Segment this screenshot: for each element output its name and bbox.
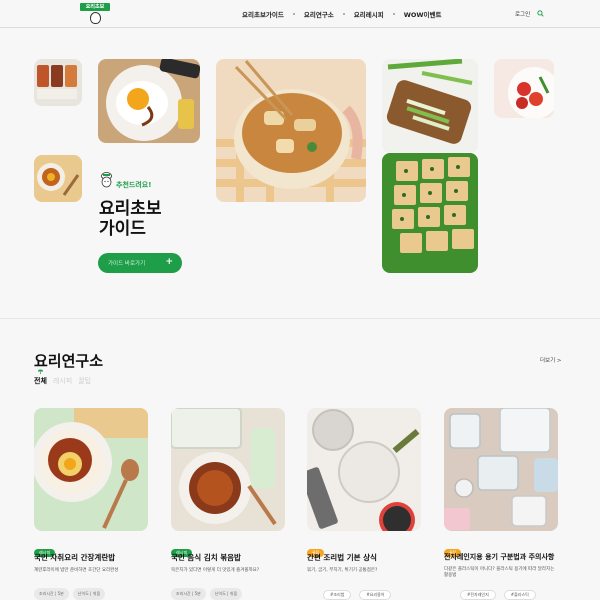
nav-separator xyxy=(292,13,295,15)
card-image xyxy=(307,408,421,531)
card-image xyxy=(34,408,148,531)
login-link[interactable]: 로그인 xyxy=(515,10,530,18)
research-tabs: 전체 레시피 꿀팁 xyxy=(34,369,91,386)
research-section-title: 요리연구소 xyxy=(34,352,104,370)
hero-image-spices xyxy=(34,59,82,106)
search-icon[interactable] xyxy=(537,10,544,17)
nav-separator xyxy=(342,13,345,15)
hero-image-tofu xyxy=(382,153,478,273)
hero-image-tomatoes xyxy=(494,59,554,118)
nav-item-guide[interactable]: 요리초보가이드 xyxy=(242,9,284,19)
card-title: 국민 음식 김치 볶음밥 xyxy=(171,553,241,562)
more-link[interactable]: 더보기 > xyxy=(540,356,562,364)
tab-all-label: 전체 xyxy=(34,377,47,385)
hero-title-line1: 요리초보 xyxy=(99,199,162,219)
tab-tips[interactable]: 꿀팁 xyxy=(78,376,91,386)
hero-tag: 추천드려요! xyxy=(116,181,152,189)
nav-item-event[interactable]: WOW이벤트 xyxy=(404,9,442,19)
card-hashtags: #전자레인지 #플라스틱 xyxy=(460,590,536,600)
hero-image-tteokbokki xyxy=(216,59,366,202)
card-image xyxy=(171,408,285,531)
tab-all[interactable]: 전체 xyxy=(34,369,47,386)
nav-separator xyxy=(392,13,395,15)
card-meta: 조리시간 | 5분 난이도 | 쉬움 xyxy=(34,588,106,600)
hero-image-noodle-bowl xyxy=(34,155,82,202)
guide-button[interactable]: 가이드 바로가기 + xyxy=(98,253,182,273)
difficulty: 난이도 | 쉬움 xyxy=(209,588,243,600)
logo-character-icon xyxy=(90,12,101,24)
plus-icon: + xyxy=(165,257,173,267)
section-divider xyxy=(0,318,600,319)
site-logo[interactable]: 요리초보 xyxy=(80,3,110,25)
chef-character-icon xyxy=(101,172,112,188)
hashtag[interactable]: #요리용어 xyxy=(359,590,392,600)
hero-title: 요리초보 가이드 xyxy=(99,199,199,239)
main-nav: 요리초보가이드 요리연구소 요리레시피 WOW이벤트 xyxy=(242,9,442,19)
nav-item-recipe[interactable]: 요리레시피 xyxy=(354,9,384,19)
hero-title-line2: 가이드 xyxy=(99,219,146,239)
page: 요리초보 요리초보가이드 요리연구소 요리레시피 WOW이벤트 로그인 추천드려… xyxy=(0,0,600,600)
site-header: 요리초보 요리초보가이드 요리연구소 요리레시피 WOW이벤트 로그인 xyxy=(0,0,600,28)
nav-item-research[interactable]: 요리연구소 xyxy=(304,9,334,19)
card-desc: 묵은지가 있다면 이렇게 더 맛있게 즐겨볼까요? xyxy=(171,568,260,573)
card-title: 전자레인지용 용기 구분법과 주의사항 xyxy=(444,553,555,561)
hashtag[interactable]: #전자레인지 xyxy=(460,590,496,600)
card-desc: 계란후라이에 밥만 준비하면 초간단 요리완성 xyxy=(34,568,119,573)
hashtag[interactable]: #플라스틱 xyxy=(503,590,536,600)
guide-button-label: 가이드 바로가기 xyxy=(108,261,146,267)
tab-recipe[interactable]: 레시피 xyxy=(53,376,72,386)
difficulty: 난이도 | 쉬움 xyxy=(72,588,106,600)
card-title: 간편 조리법 기본 상식 xyxy=(307,553,377,562)
card-desc: 볶기, 굽기, 부치기, 튀기기 공통점은? xyxy=(307,568,378,573)
hero-image-green-onion xyxy=(382,59,478,153)
logo-text: 요리초보 xyxy=(80,3,110,11)
card-title: 국민 자취요리 간장계란밥 xyxy=(34,553,116,562)
card-meta: 조리시간 | 5분 난이도 | 쉬움 xyxy=(171,588,243,600)
hero-image-egg-rice xyxy=(98,59,200,143)
leaf-icon xyxy=(37,369,44,375)
card-desc: 다같은 플라스틱이 아니다? 플라스틱 용기에 따라 달라지는 활용법 xyxy=(444,567,555,578)
hashtag[interactable]: #조리법 xyxy=(323,590,352,600)
card-hashtags: #조리법 #요리용어 xyxy=(323,590,392,600)
cook-time: 조리시간 | 5분 xyxy=(171,588,206,600)
cook-time: 조리시간 | 5분 xyxy=(34,588,69,600)
card-image xyxy=(444,408,558,531)
